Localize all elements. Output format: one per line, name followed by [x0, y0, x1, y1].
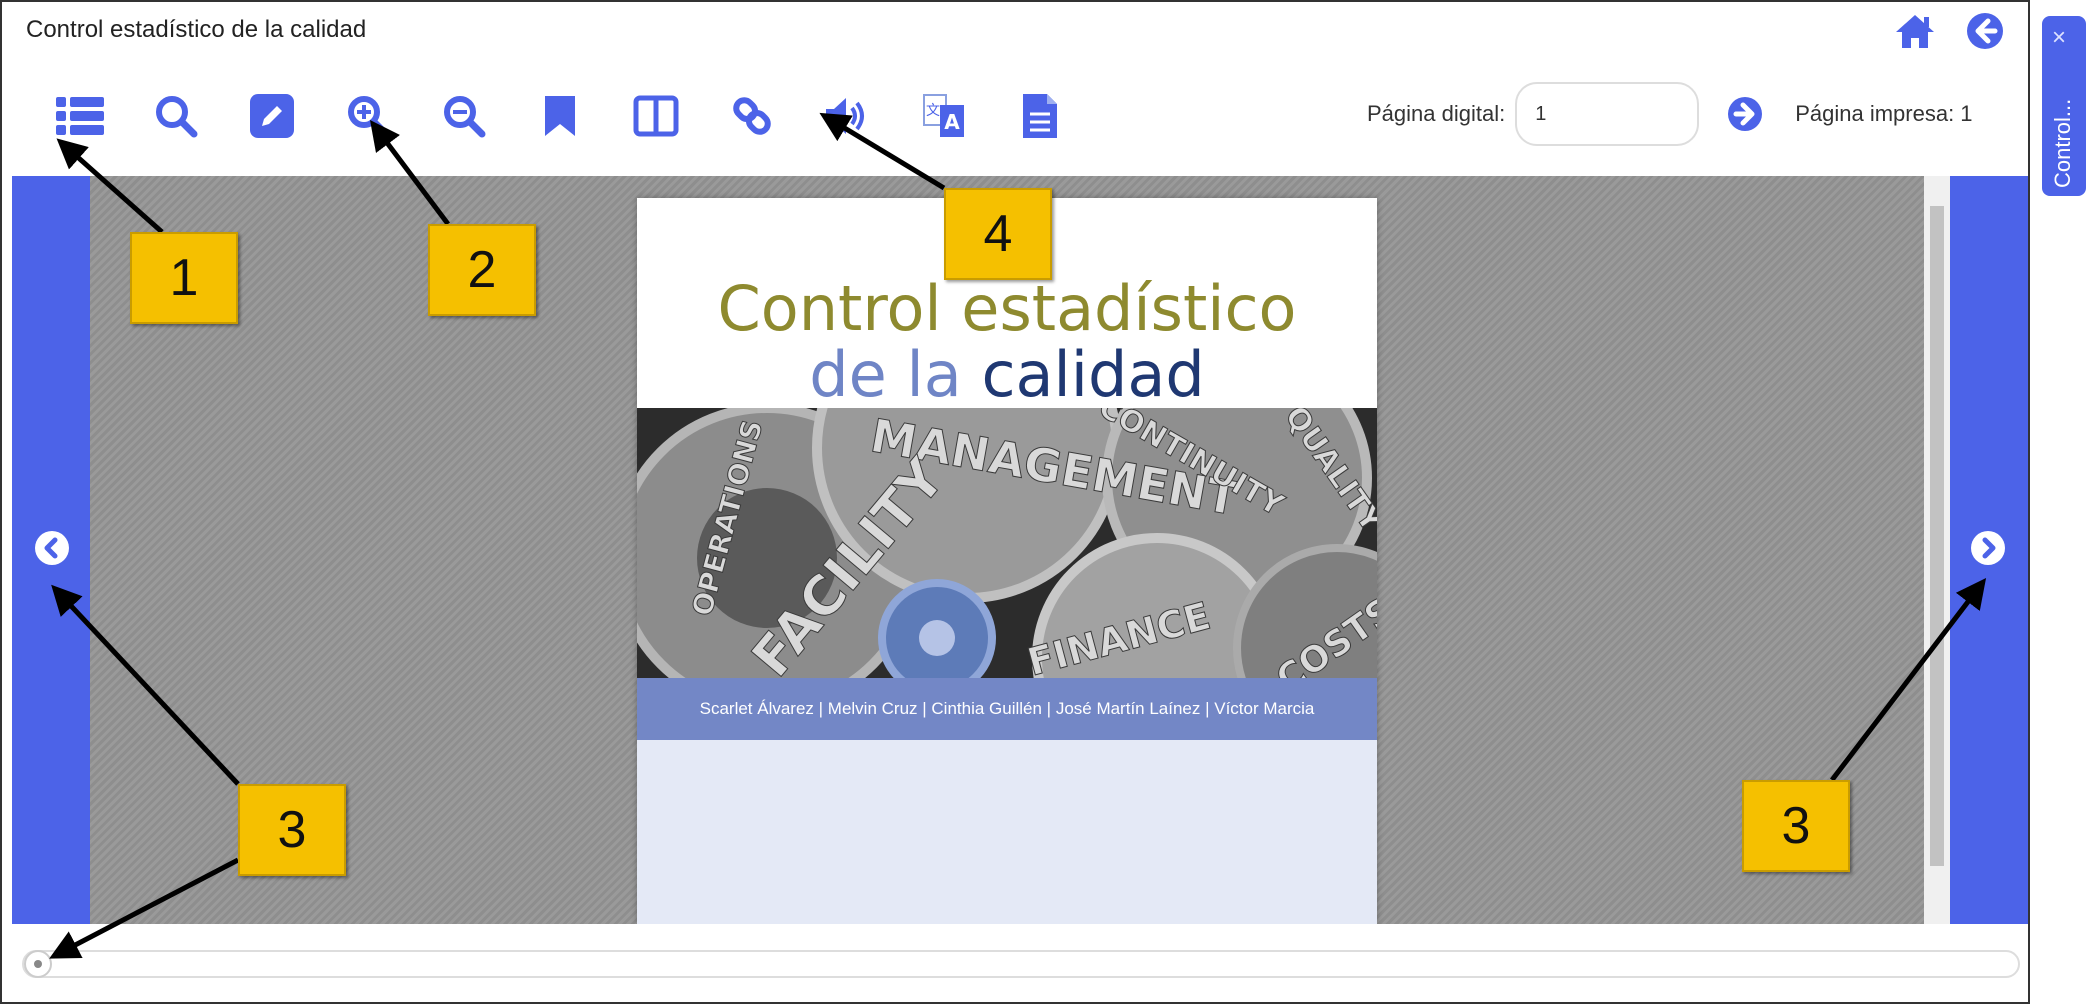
edit-icon[interactable]	[224, 86, 320, 146]
book-title-line1: Control estadístico	[717, 272, 1297, 345]
vertical-scrollbar[interactable]	[1924, 176, 1950, 924]
book-cover-page: Control estadístico de la calidad MANAGE…	[637, 198, 1377, 924]
book-authors: Scarlet Álvarez | Melvin Cruz | Cinthia …	[637, 678, 1377, 740]
side-tab-label[interactable]: Control...	[2050, 48, 2076, 188]
page-digital-label: Página digital:	[1367, 101, 1506, 126]
zoom-in-icon[interactable]	[320, 86, 416, 146]
link-icon[interactable]	[704, 86, 800, 146]
app-title: Control estadístico de la calidad	[26, 16, 367, 43]
callout-1: 1	[130, 232, 238, 324]
callout-2: 2	[428, 224, 536, 316]
page-slider-knob[interactable]	[24, 950, 52, 978]
book-title-line2-a: de la	[809, 338, 962, 411]
callout-4: 4	[944, 188, 1052, 280]
top-right-icons	[1894, 12, 2004, 55]
audio-icon[interactable]	[800, 86, 896, 146]
prev-page-icon[interactable]	[34, 530, 70, 566]
book-title-line2: de la calidad	[637, 338, 1377, 411]
cover-lower-area	[637, 740, 1377, 924]
svg-text:文: 文	[926, 103, 940, 119]
gears-image: MANAGEMENT CONTINUITY QUALITY OPERATIONS…	[637, 408, 1377, 678]
callout-3-right: 3	[1742, 780, 1850, 872]
bookmark-icon[interactable]	[512, 86, 608, 146]
search-icon[interactable]	[128, 86, 224, 146]
prev-page-panel[interactable]	[12, 176, 90, 924]
next-page-panel[interactable]	[1950, 176, 2028, 924]
page-slider-track[interactable]	[22, 950, 2020, 978]
svg-text:A: A	[944, 110, 960, 134]
callout-3-left: 3	[238, 784, 346, 876]
scrollbar-thumb[interactable]	[1930, 206, 1944, 866]
page-digital-input[interactable]	[1515, 82, 1700, 146]
page-printed-label: Página impresa: 1	[1795, 101, 1973, 126]
list-icon[interactable]	[32, 86, 128, 146]
go-icon[interactable]	[1727, 96, 1763, 132]
side-tab[interactable]: × Control...	[2042, 16, 2086, 196]
home-icon[interactable]	[1894, 12, 1936, 55]
book-title-line2-b: calidad	[981, 338, 1205, 411]
zoom-out-icon[interactable]	[416, 86, 512, 146]
translate-icon[interactable]: A文	[896, 86, 992, 146]
next-page-icon[interactable]	[1970, 530, 2006, 566]
document-icon[interactable]	[992, 86, 1088, 146]
columns-icon[interactable]	[608, 86, 704, 146]
page-navigation: Página digital: Página impresa: 1	[1367, 82, 1973, 146]
back-icon[interactable]	[1966, 12, 2004, 55]
toolbar: A文	[32, 86, 1088, 146]
